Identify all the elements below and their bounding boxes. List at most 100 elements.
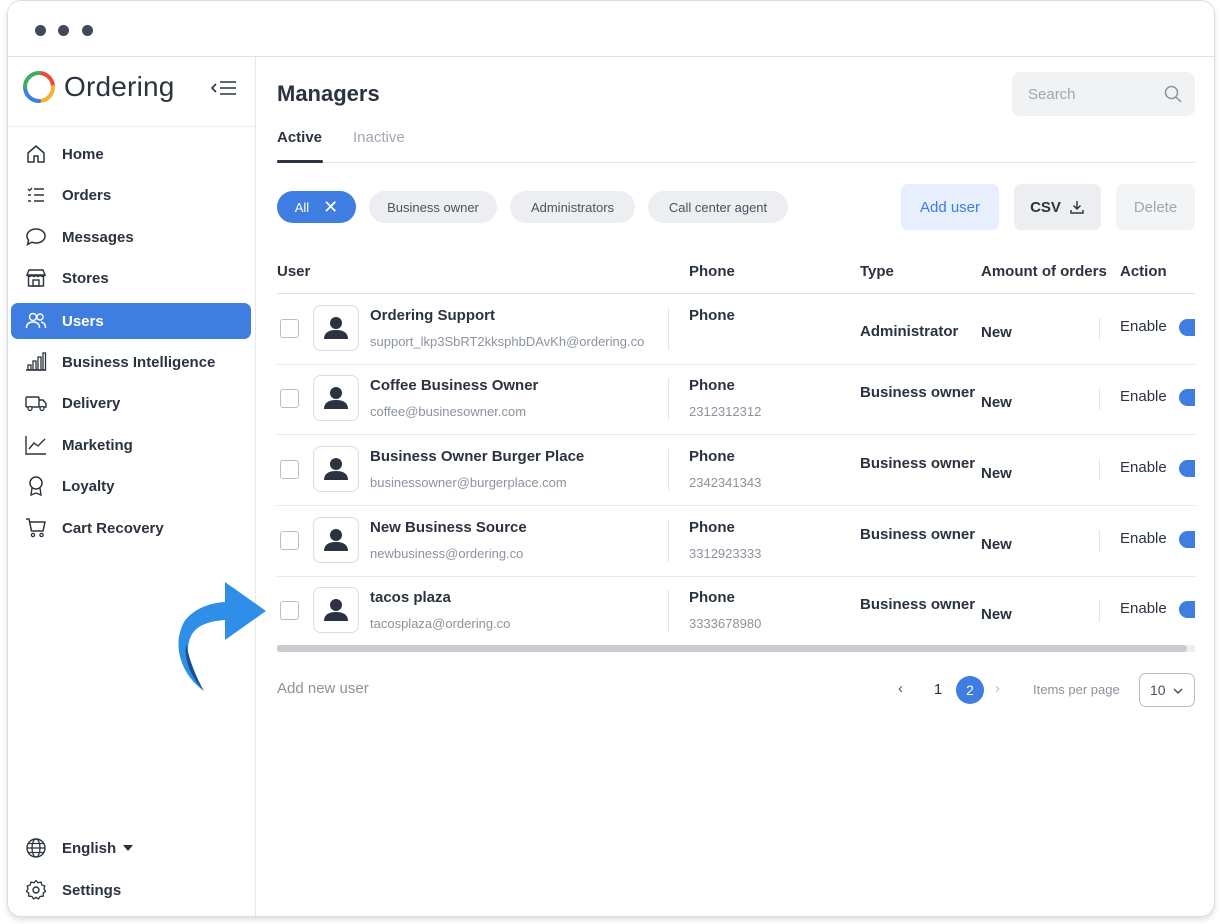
horizontal-scrollbar-thumb[interactable]	[277, 645, 1187, 652]
search-input[interactable]	[1028, 85, 1158, 103]
phone-value: 2342341343	[689, 475, 762, 490]
sidebar-item-messages[interactable]: Messages	[11, 219, 251, 255]
window-dot	[58, 25, 69, 36]
home-icon	[25, 143, 47, 165]
phone-label: Phone	[689, 519, 735, 536]
user-type: Business owner	[860, 596, 976, 613]
brand-logo[interactable]: Ordering	[22, 67, 175, 107]
search-box[interactable]	[1012, 72, 1195, 116]
table-row[interactable]: Coffee Business Owner coffee@businesowne…	[277, 364, 1195, 435]
sidebar-item-orders[interactable]: Orders	[11, 177, 251, 213]
user-email: support_lkp3SbRT2kksphbDAvKh@ordering.co	[370, 334, 645, 349]
sidebar-item-stores[interactable]: Stores	[11, 260, 251, 296]
user-email: newbusiness@ordering.co	[370, 546, 524, 561]
column-divider	[1099, 530, 1100, 552]
sidebar-item-cart-recovery[interactable]: Cart Recovery	[11, 510, 251, 546]
column-header-type: Type	[860, 263, 894, 280]
table-row[interactable]: New Business Source newbusiness@ordering…	[277, 506, 1195, 577]
user-type: Business owner	[860, 384, 976, 401]
orders-list-icon	[25, 184, 47, 206]
add-new-user-link[interactable]: Add new user	[277, 680, 369, 697]
row-checkbox[interactable]	[280, 389, 299, 408]
enable-toggle[interactable]	[1179, 319, 1195, 336]
filter-chip-business-owner[interactable]: Business owner	[369, 191, 497, 223]
sidebar-item-label: Messages	[62, 228, 134, 246]
user-name: Business Owner Burger Place	[370, 448, 585, 465]
sidebar-item-label: Business Intelligence	[62, 353, 216, 371]
row-checkbox[interactable]	[280, 319, 299, 338]
enable-toggle[interactable]	[1179, 601, 1195, 618]
page-button-2-current[interactable]: 2	[956, 676, 984, 704]
enable-label: Enable	[1120, 600, 1167, 617]
row-checkbox[interactable]	[280, 601, 299, 620]
page-title: Managers	[277, 81, 380, 106]
avatar	[313, 305, 359, 351]
bar-chart-icon	[25, 351, 47, 373]
sidebar-item-delivery[interactable]: Delivery	[11, 385, 251, 421]
csv-label: CSV	[1030, 198, 1061, 216]
store-icon	[25, 267, 47, 289]
award-icon	[25, 475, 47, 497]
tab-active[interactable]: Active	[277, 129, 322, 146]
table-row[interactable]: Business Owner Burger Place businessowne…	[277, 435, 1195, 506]
collapse-sidebar-button[interactable]	[210, 77, 238, 99]
user-email: businessowner@burgerplace.com	[370, 475, 567, 490]
line-chart-icon	[25, 434, 47, 456]
next-page-button[interactable]: ›	[995, 680, 1000, 697]
csv-export-button[interactable]: CSV	[1014, 184, 1101, 230]
avatar	[313, 587, 359, 633]
chip-label: All	[294, 199, 310, 215]
filter-chip-administrators[interactable]: Administrators	[510, 191, 635, 223]
phone-label: Phone	[689, 448, 735, 465]
add-user-button[interactable]: Add user	[901, 184, 999, 230]
table-row[interactable]: tacos plaza tacosplaza@ordering.co Phone…	[277, 576, 1195, 647]
items-per-page-select[interactable]: 10	[1139, 673, 1195, 707]
tab-inactive[interactable]: Inactive	[353, 129, 405, 146]
cart-icon	[25, 517, 47, 539]
user-avatar-icon	[324, 458, 348, 480]
sidebar-item-label: Home	[62, 145, 104, 163]
column-divider	[668, 520, 669, 562]
language-selector[interactable]: English	[11, 830, 251, 866]
user-email: tacosplaza@ordering.co	[370, 616, 511, 631]
delete-button[interactable]: Delete	[1116, 184, 1195, 230]
column-divider	[668, 308, 669, 350]
enable-toggle[interactable]	[1179, 460, 1195, 477]
close-icon[interactable]: ✕	[323, 198, 338, 216]
row-checkbox[interactable]	[280, 460, 299, 479]
page-button-1[interactable]: 1	[927, 676, 949, 702]
sidebar-item-marketing[interactable]: Marketing	[11, 427, 251, 463]
orders-amount: New	[981, 536, 1012, 553]
gear-icon	[25, 879, 47, 901]
enable-toggle[interactable]	[1179, 389, 1195, 406]
search-icon[interactable]	[1163, 84, 1183, 109]
table-row[interactable]: Ordering Support support_lkp3SbRT2kksphb…	[277, 294, 1195, 365]
column-divider	[1099, 318, 1100, 340]
filter-chip-all[interactable]: All ✕	[277, 191, 356, 223]
enable-toggle[interactable]	[1179, 531, 1195, 548]
user-avatar-icon	[324, 387, 348, 409]
active-tab-indicator	[277, 160, 323, 163]
previous-page-button[interactable]: ‹	[898, 680, 903, 697]
sidebar-item-loyalty[interactable]: Loyalty	[11, 468, 251, 504]
sidebar-item-home[interactable]: Home	[11, 136, 251, 172]
column-divider	[668, 590, 669, 632]
pointer-arrow-icon	[178, 582, 266, 691]
enable-label: Enable	[1120, 530, 1167, 547]
sidebar-item-label: Marketing	[62, 436, 133, 454]
divider	[8, 126, 256, 127]
items-per-page-label: Items per page	[1033, 682, 1120, 697]
filter-chip-call-center-agent[interactable]: Call center agent	[648, 191, 788, 223]
caret-down-icon	[122, 839, 134, 857]
sidebar-item-settings[interactable]: Settings	[11, 872, 251, 908]
items-per-page-value: 10	[1150, 682, 1166, 698]
user-type: Business owner	[860, 526, 976, 543]
brand-name: Ordering	[64, 71, 175, 102]
column-divider	[1099, 388, 1100, 410]
orders-amount: New	[981, 394, 1012, 411]
sidebar-item-business-intelligence[interactable]: Business Intelligence	[11, 344, 251, 380]
sidebar-item-users[interactable]: Users	[11, 303, 251, 339]
avatar	[313, 517, 359, 563]
row-checkbox[interactable]	[280, 531, 299, 550]
chat-bubble-icon	[25, 226, 47, 248]
